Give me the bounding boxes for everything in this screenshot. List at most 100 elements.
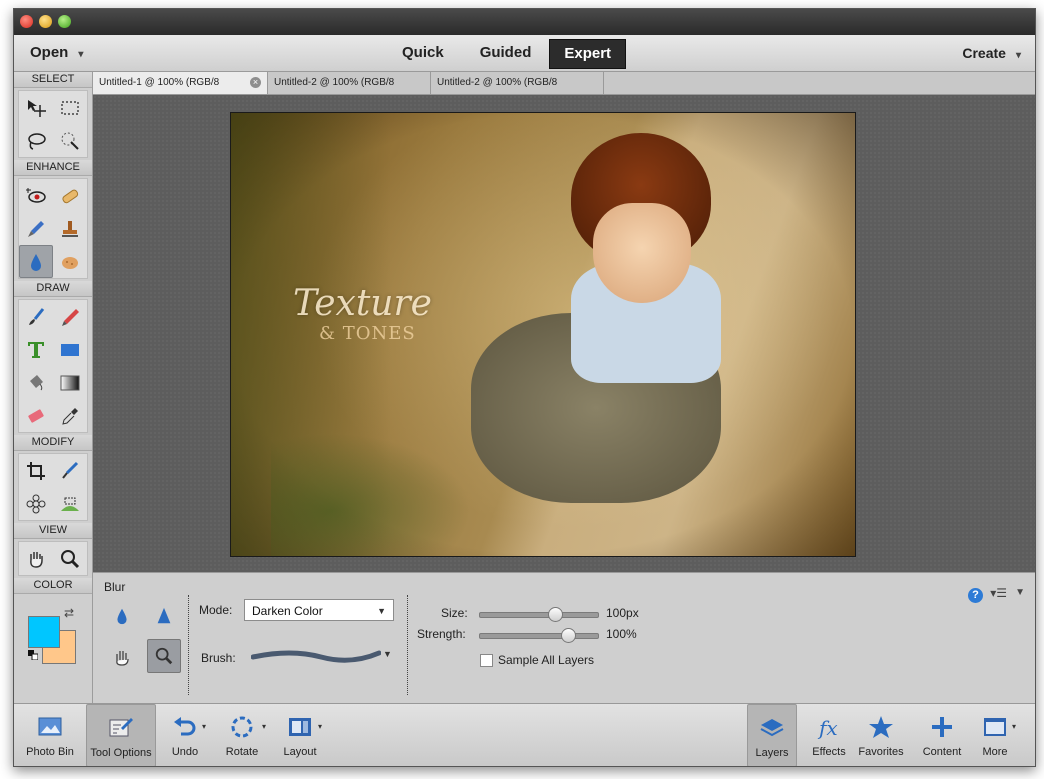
section-enhance: ENHANCE bbox=[14, 160, 92, 176]
content-aware-move-icon[interactable] bbox=[53, 487, 87, 520]
sharpen-variant-icon[interactable] bbox=[147, 599, 181, 633]
blur-tool-variants bbox=[105, 599, 185, 675]
mode-select[interactable]: Darken Color ▼ bbox=[244, 599, 394, 621]
slider-handle[interactable] bbox=[547, 607, 563, 622]
default-colors-icon[interactable] bbox=[28, 650, 38, 660]
favorites-label: Favorites bbox=[858, 746, 904, 758]
slider-handle[interactable] bbox=[560, 628, 576, 643]
divider bbox=[188, 595, 189, 695]
close-window-button[interactable] bbox=[20, 15, 33, 28]
chevron-down-icon[interactable]: ▼ bbox=[383, 649, 392, 659]
canvas-area[interactable]: Texture & TONES bbox=[93, 95, 1035, 572]
document-tab-2[interactable]: Untitled-2 @ 100% (RGB/8 bbox=[268, 72, 431, 94]
marquee-tool-icon[interactable] bbox=[53, 91, 87, 124]
quick-selection-tool-icon[interactable] bbox=[53, 124, 87, 157]
eraser-tool-icon[interactable] bbox=[19, 399, 53, 432]
layout-label: Layout bbox=[283, 746, 317, 758]
crop-tool-icon[interactable] bbox=[19, 454, 53, 487]
blur-tool-icon[interactable] bbox=[19, 245, 53, 278]
chevron-down-icon[interactable]: ▾ bbox=[1012, 722, 1016, 731]
photo-subject-face bbox=[593, 203, 691, 303]
paint-bucket-icon[interactable] bbox=[19, 366, 53, 399]
bottom-panel-bar: Photo Bin Tool Options Undo ▾ Rotate ▾ L… bbox=[14, 703, 1035, 766]
rotate-icon bbox=[231, 716, 253, 738]
title-bar bbox=[14, 9, 1035, 35]
gradient-tool-icon[interactable] bbox=[53, 366, 87, 399]
tool-options-button[interactable]: Tool Options bbox=[86, 704, 156, 766]
open-button[interactable]: Open ▾ bbox=[30, 44, 83, 61]
chevron-down-icon: ▾ bbox=[78, 49, 84, 60]
photo-image[interactable]: Texture & TONES bbox=[230, 112, 856, 557]
color-swatches: ⇄ bbox=[14, 594, 92, 664]
mode-label: Mode: bbox=[199, 603, 233, 617]
help-icon[interactable]: ? bbox=[968, 588, 983, 603]
tab-guided[interactable]: Guided bbox=[462, 39, 550, 67]
watermark-text: Texture bbox=[293, 283, 432, 324]
foreground-color-swatch[interactable] bbox=[28, 616, 60, 648]
size-slider[interactable] bbox=[479, 607, 599, 622]
document-tabs: Untitled-1 @ 100% (RGB/8 × Untitled-2 @ 1… bbox=[93, 72, 1035, 95]
chevron-down-icon: ▾ bbox=[1015, 50, 1021, 61]
sample-all-layers-label[interactable]: Sample All Layers bbox=[498, 653, 594, 667]
section-color: COLOR bbox=[14, 578, 92, 594]
strength-slider[interactable] bbox=[479, 628, 599, 643]
photo-grass bbox=[271, 433, 471, 556]
watermark-subtext: & TONES bbox=[319, 323, 416, 344]
chevron-down-icon: ▼ bbox=[377, 606, 386, 616]
clone-stamp-icon[interactable] bbox=[53, 212, 87, 245]
create-button[interactable]: Create ▾ bbox=[962, 45, 1021, 61]
layers-icon bbox=[760, 719, 784, 737]
collapse-panel-icon[interactable]: ▼ bbox=[1015, 587, 1025, 598]
layers-button[interactable]: Layers bbox=[747, 704, 797, 766]
swap-colors-icon[interactable]: ⇄ bbox=[64, 606, 74, 620]
healing-brush-icon[interactable] bbox=[53, 179, 87, 212]
tool-options-title: Blur bbox=[104, 580, 126, 594]
layout-button[interactable]: Layout ▾ bbox=[276, 704, 324, 766]
create-label: Create bbox=[962, 45, 1006, 61]
effects-button[interactable]: fx Effects bbox=[806, 704, 852, 766]
panel-menu-icon[interactable]: ▾☰ bbox=[990, 586, 1007, 600]
recompose-tool-icon[interactable] bbox=[19, 487, 53, 520]
hand-tool-icon[interactable] bbox=[19, 542, 53, 575]
move-tool-icon[interactable] bbox=[19, 91, 53, 124]
zoom-tool-icon[interactable] bbox=[53, 542, 87, 575]
chevron-down-icon[interactable]: ▾ bbox=[262, 722, 266, 731]
document-tab-1[interactable]: Untitled-1 @ 100% (RGB/8 × bbox=[93, 72, 268, 94]
app-window: Open ▾ Quick Guided Expert Create ▾ SELECT… bbox=[13, 8, 1036, 767]
undo-button[interactable]: Undo ▾ bbox=[162, 704, 208, 766]
tab-quick[interactable]: Quick bbox=[384, 39, 462, 67]
rotate-button[interactable]: Rotate ▾ bbox=[217, 704, 267, 766]
chevron-down-icon[interactable]: ▾ bbox=[202, 722, 206, 731]
content-button[interactable]: Content bbox=[917, 704, 967, 766]
effects-label: Effects bbox=[812, 746, 846, 758]
section-select: SELECT bbox=[14, 72, 92, 88]
minimize-window-button[interactable] bbox=[39, 15, 52, 28]
sponge-tool-icon[interactable] bbox=[53, 245, 87, 278]
brush-preview[interactable] bbox=[251, 647, 381, 665]
brush-tool-icon[interactable] bbox=[19, 300, 53, 333]
lasso-tool-icon[interactable] bbox=[19, 124, 53, 157]
zoom-window-button[interactable] bbox=[58, 15, 71, 28]
straighten-tool-icon[interactable] bbox=[53, 454, 87, 487]
zoom-variant-icon[interactable] bbox=[147, 639, 181, 673]
undo-icon bbox=[174, 717, 196, 736]
blur-variant-icon[interactable] bbox=[105, 599, 139, 633]
chevron-down-icon[interactable]: ▾ bbox=[318, 722, 322, 731]
open-label: Open bbox=[30, 44, 69, 61]
red-eye-tool-icon[interactable] bbox=[19, 179, 53, 212]
photo-bin-label: Photo Bin bbox=[26, 746, 74, 758]
photo-bin-button[interactable]: Photo Bin bbox=[18, 704, 82, 766]
close-icon[interactable]: × bbox=[250, 77, 261, 88]
smudge-variant-icon[interactable] bbox=[105, 639, 139, 673]
eyedropper-tool-icon[interactable] bbox=[53, 399, 87, 432]
sample-all-layers-checkbox[interactable] bbox=[480, 654, 493, 667]
tab-expert[interactable]: Expert bbox=[549, 39, 627, 69]
more-button[interactable]: More ▾ bbox=[972, 704, 1018, 766]
type-tool-icon[interactable] bbox=[19, 333, 53, 366]
pencil-tool-icon[interactable] bbox=[53, 300, 87, 333]
tab-label: Untitled-2 @ 100% (RGB/8 bbox=[437, 77, 558, 88]
document-tab-3[interactable]: Untitled-2 @ 100% (RGB/8 bbox=[431, 72, 604, 94]
smart-brush-icon[interactable] bbox=[19, 212, 53, 245]
favorites-button[interactable]: Favorites bbox=[856, 704, 906, 766]
shape-tool-icon[interactable] bbox=[53, 333, 87, 366]
